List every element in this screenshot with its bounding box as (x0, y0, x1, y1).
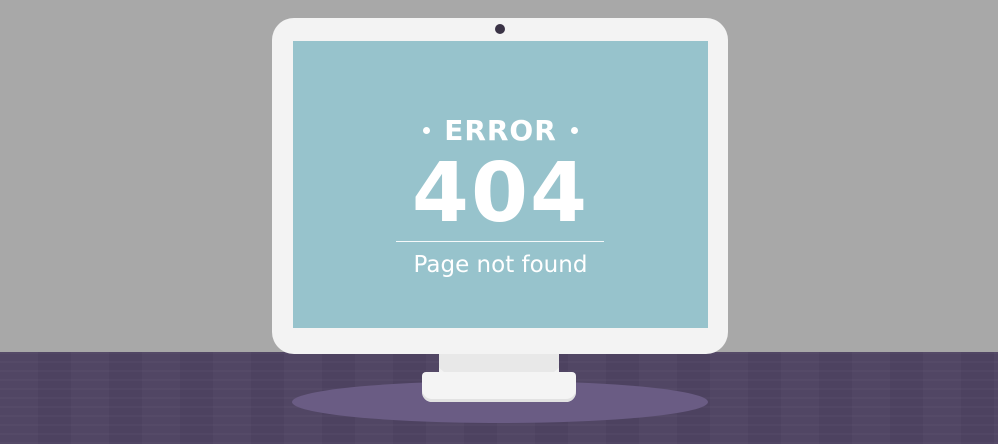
webcam-icon (495, 24, 505, 34)
monitor-base (422, 372, 576, 402)
error-code: 404 (411, 146, 590, 241)
bullet-right-icon (570, 126, 578, 134)
divider-line (396, 241, 604, 242)
error-label-text: ERROR (444, 114, 557, 147)
bullet-left-icon (423, 126, 431, 134)
error-label: ERROR (293, 113, 708, 149)
error-message: Page not found (413, 252, 588, 278)
error-404-scene: ERROR 404 Page not found (0, 0, 998, 444)
